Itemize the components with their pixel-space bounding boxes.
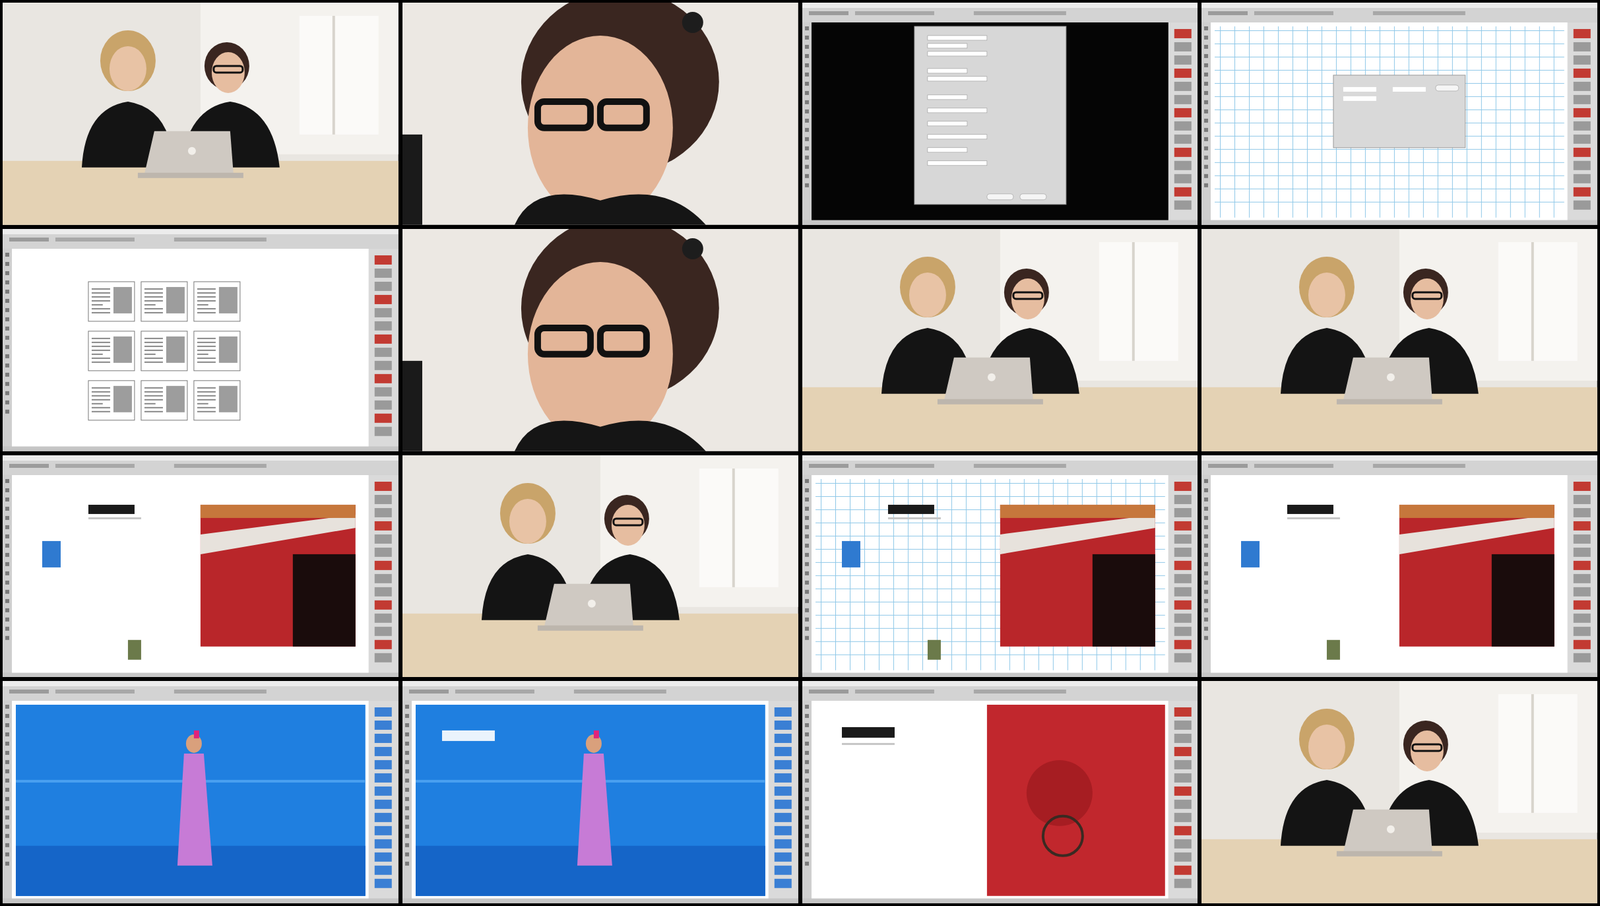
- wide-shot-picture: [1201, 228, 1598, 452]
- wide-shot-picture: [402, 455, 799, 678]
- screen-picture: [802, 680, 1199, 904]
- video-frame[interactable]: [1201, 2, 1598, 225]
- video-frame[interactable]: [1201, 680, 1598, 904]
- video-frame[interactable]: [1201, 228, 1598, 452]
- video-frame[interactable]: [2, 680, 399, 904]
- video-frame[interactable]: [2, 228, 399, 452]
- screen-picture: [2, 455, 399, 678]
- video-frame[interactable]: [1201, 455, 1598, 678]
- close-up-picture: [402, 228, 799, 452]
- video-frame[interactable]: [402, 228, 799, 452]
- screen-picture: [2, 680, 399, 904]
- video-frame[interactable]: [2, 455, 399, 678]
- video-frame[interactable]: [802, 455, 1199, 678]
- screen-picture: [2, 228, 399, 452]
- wide-shot-picture: [1201, 680, 1598, 904]
- close-up-picture: [402, 2, 799, 225]
- screen-picture: [802, 455, 1199, 678]
- video-frame[interactable]: [802, 228, 1199, 452]
- screen-picture: [1201, 455, 1598, 678]
- screen-picture: [802, 2, 1199, 225]
- video-frame[interactable]: [402, 2, 799, 225]
- wide-shot-picture: [802, 228, 1199, 452]
- screen-picture: [402, 680, 799, 904]
- video-frame[interactable]: [2, 2, 399, 225]
- video-frame[interactable]: [402, 680, 799, 904]
- screen-picture: [1201, 2, 1598, 225]
- contact-sheet: [0, 0, 1600, 906]
- video-frame[interactable]: [802, 680, 1199, 904]
- video-frame[interactable]: [402, 455, 799, 678]
- wide-shot-picture: [2, 2, 399, 225]
- video-frame[interactable]: [802, 2, 1199, 225]
